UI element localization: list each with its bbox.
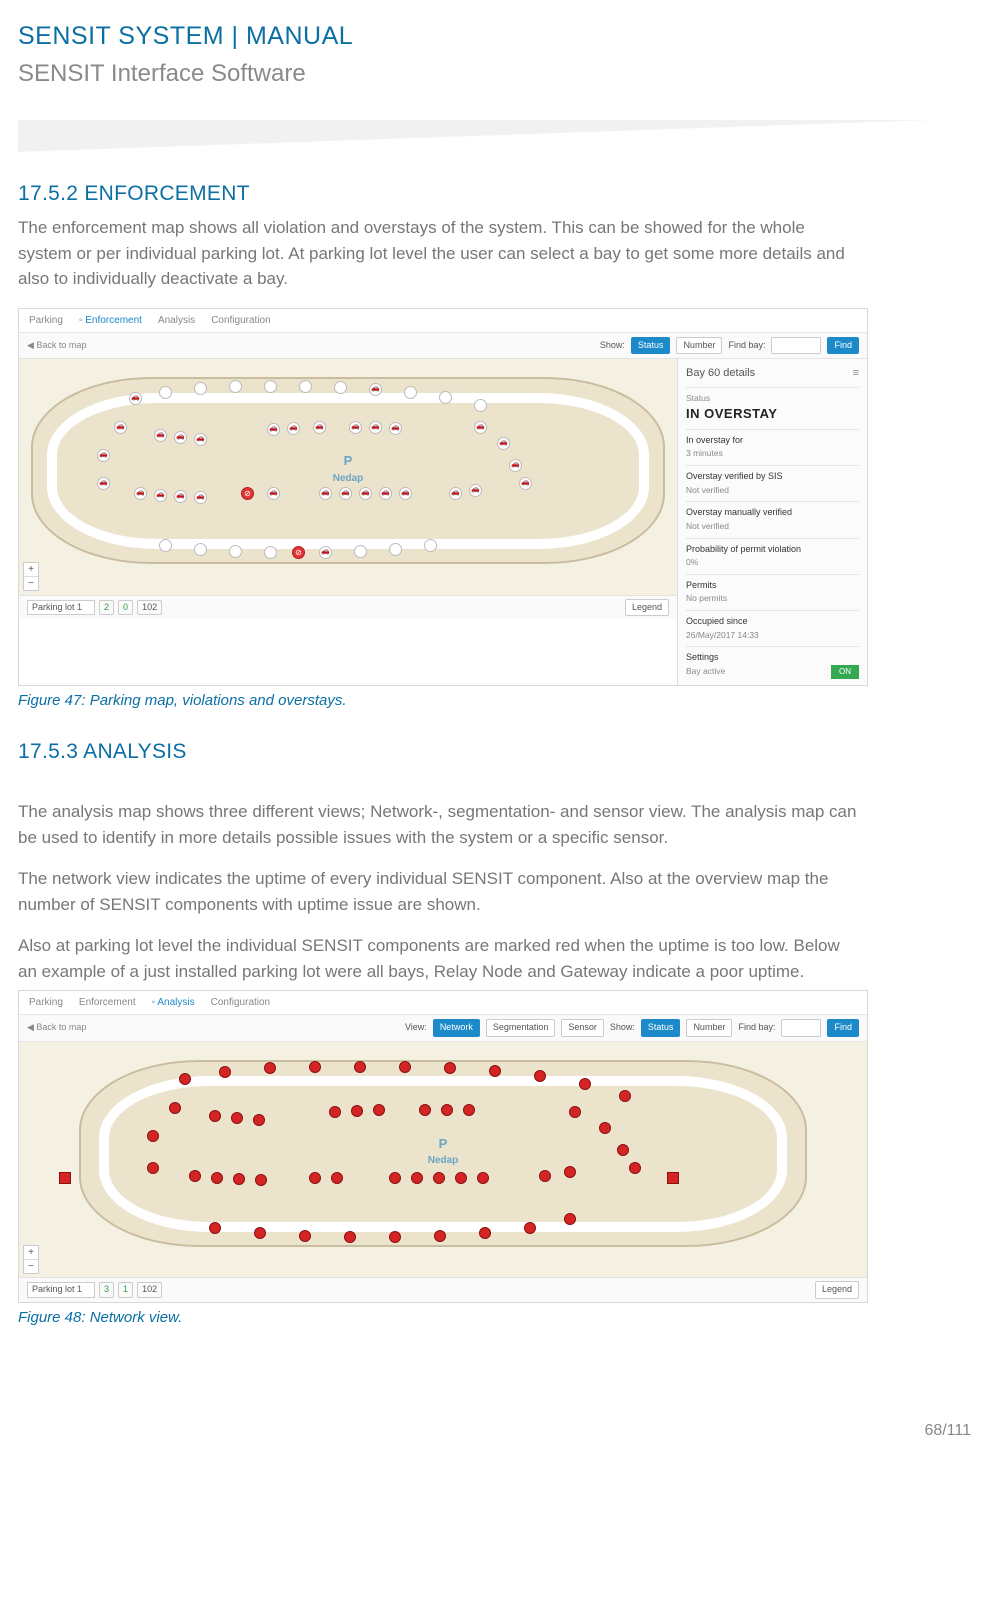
nav-configuration-2[interactable]: Configuration [211, 995, 270, 1010]
analysis-p1: The analysis map shows three different v… [18, 799, 858, 850]
zoom-control[interactable]: +− [23, 562, 39, 591]
show-status-button[interactable]: Status [631, 337, 671, 355]
find-button[interactable]: Find [827, 337, 859, 355]
occupied-since-label: Occupied since [686, 615, 859, 629]
nav-enforcement[interactable]: Enforcement [79, 313, 142, 328]
analysis-p3: Also at parking lot level the individual… [18, 933, 858, 984]
legend-button[interactable]: Legend [625, 599, 669, 617]
view-segmentation-button[interactable]: Segmentation [486, 1019, 556, 1037]
panel-title: Bay 60 details [686, 365, 755, 382]
find-button-2[interactable]: Find [827, 1019, 859, 1037]
status-value: IN OVERSTAY [686, 404, 859, 424]
probability-label: Probability of permit violation [686, 543, 859, 557]
nav-parking[interactable]: Parking [29, 313, 63, 328]
fig47-nav: Parking Enforcement Analysis Configurati… [19, 309, 867, 333]
figure-47: Parking Enforcement Analysis Configurati… [18, 308, 868, 686]
enforcement-paragraph: The enforcement map shows all violation … [18, 215, 858, 292]
show-number-button[interactable]: Number [676, 337, 722, 355]
figure-48: Parking Enforcement Analysis Configurati… [18, 990, 868, 1303]
permits-value: No permits [686, 592, 859, 605]
nav-parking-2[interactable]: Parking [29, 995, 63, 1010]
header-stripe [18, 120, 971, 156]
analysis-map[interactable]: PNedap [19, 1042, 867, 1302]
footer-count-c-2: 102 [137, 1282, 162, 1298]
parking-lot-select[interactable]: Parking lot 1 [27, 600, 95, 616]
permits-label: Permits [686, 579, 859, 593]
find-bay-label: Find bay: [728, 339, 765, 353]
overstay-for-value: 3 minutes [686, 447, 859, 460]
view-label: View: [405, 1021, 427, 1035]
show-status-button-2[interactable]: Status [641, 1019, 681, 1037]
back-to-map-link-2[interactable]: ◀ Back to map [27, 1021, 86, 1035]
fig48-nav: Parking Enforcement Analysis Configurati… [19, 991, 867, 1015]
overstay-for-label: In overstay for [686, 434, 859, 448]
bay-active-label: Bay active [686, 665, 725, 678]
find-bay-input[interactable] [771, 337, 821, 355]
footer-count-a: 2 [99, 600, 114, 616]
settings-label: Settings [686, 651, 859, 665]
section-heading-enforcement: 17.5.2 ENFORCEMENT [18, 178, 971, 210]
bay-alert-60[interactable] [241, 487, 254, 500]
footer-count-a-2: 3 [99, 1282, 114, 1298]
panel-menu-icon[interactable]: ≡ [853, 365, 859, 382]
doc-subtitle: SENSIT Interface Software [18, 56, 971, 92]
find-bay-label-2: Find bay: [738, 1021, 775, 1035]
enforcement-map[interactable]: PNedap [19, 359, 677, 619]
nav-enforcement-2[interactable]: Enforcement [79, 995, 136, 1010]
nav-analysis[interactable]: Analysis [158, 313, 195, 328]
view-sensor-button[interactable]: Sensor [561, 1019, 604, 1037]
figure-48-caption: Figure 48: Network view. [18, 1307, 971, 1330]
analysis-p2: The network view indicates the uptime of… [18, 866, 858, 917]
legend-button-2[interactable]: Legend [815, 1281, 859, 1299]
doc-title: SENSIT SYSTEM | MANUAL [18, 18, 971, 56]
bay-details-panel: Bay 60 details ≡ Status IN OVERSTAY In ov… [677, 359, 867, 685]
verified-manual-label: Overstay manually verified [686, 506, 859, 520]
parking-lot-select-2[interactable]: Parking lot 1 [27, 1282, 95, 1298]
nav-analysis-2[interactable]: Analysis [152, 995, 195, 1010]
figure-47-caption: Figure 47: Parking map, violations and o… [18, 690, 971, 713]
zoom-control-2[interactable]: +− [23, 1245, 39, 1274]
footer-count-b: 0 [118, 600, 133, 616]
status-label: Status [686, 392, 859, 405]
find-bay-input-2[interactable] [781, 1019, 821, 1037]
show-label: Show: [600, 339, 625, 353]
back-to-map-link[interactable]: ◀ Back to map [27, 339, 86, 353]
nav-configuration[interactable]: Configuration [211, 313, 270, 328]
probability-value: 0% [686, 556, 859, 569]
bay-active-toggle[interactable]: ON [831, 665, 859, 679]
verified-sis-value: Not verified [686, 484, 859, 497]
view-network-button[interactable]: Network [433, 1019, 480, 1037]
occupied-since-value: 26/May/2017 14:33 [686, 629, 859, 642]
show-label-2: Show: [610, 1021, 635, 1035]
verified-manual-value: Not verified [686, 520, 859, 533]
footer-count-c: 102 [137, 600, 162, 616]
page-number: 68/111 [18, 1419, 971, 1443]
section-heading-analysis: 17.5.3 ANALYSIS [18, 736, 971, 768]
bay-alert-lower[interactable] [292, 546, 305, 559]
footer-count-b-2: 1 [118, 1282, 133, 1298]
show-number-button-2[interactable]: Number [686, 1019, 732, 1037]
verified-sis-label: Overstay verified by SIS [686, 470, 859, 484]
